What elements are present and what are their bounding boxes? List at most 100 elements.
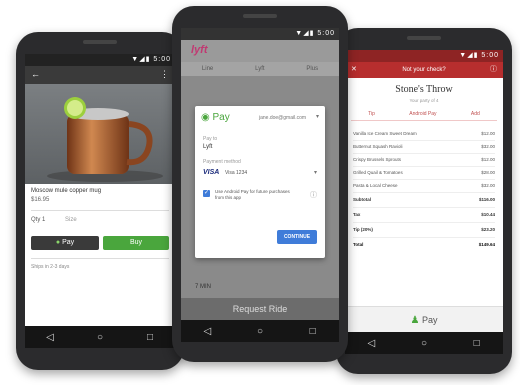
tab-line[interactable]: Line [202,62,213,76]
back-nav-icon[interactable]: ◁ [197,326,217,337]
list-item: Vanilla Ice Cream Sweet Dream $12.00 [353,128,495,141]
status-bar: ▼◢▮ 5:00 [181,28,339,40]
help-icon[interactable]: ⓘ [490,62,497,78]
tax-value: $10.44 [481,212,495,217]
tab-lyft[interactable]: Lyft [255,62,264,76]
subtotal-row: Subtotal $116.00 [353,193,495,208]
product-title: Moscow mule copper mug [31,188,102,194]
remember-checkbox[interactable]: ✓ [203,190,210,197]
tab-add[interactable]: Add [471,108,480,120]
subtotal-value: $116.00 [478,197,495,202]
status-bar: ▼◢▮ 5:00 [345,50,503,62]
item-name: Crispy Brussels Sprouts [353,157,402,162]
divider [31,258,169,259]
item-name: Butternut Squash Ravioli [353,144,403,149]
lyft-header: lyft [181,40,339,62]
store-name: Stone's Throw [395,84,453,95]
phone-center: ▼◢▮ 5:00 lyft Line Lyft Plus ◉ Pay jane.… [172,6,348,362]
android-pay-button[interactable]: ♟ Pay [345,306,503,333]
divider [31,210,169,211]
total-label: Total [353,242,364,247]
item-name: Grilled Quail & Tomatoes [353,170,403,175]
pay-to-label: Pay to [203,136,218,142]
item-price: $12.00 [481,157,495,162]
item-price: $28.00 [481,170,495,175]
back-arrow-icon[interactable]: ← [31,69,40,79]
phone-left-screen: ▼◢▮ 5:00 ← ⋮ Moscow mule copper mug $16.… [25,54,175,348]
tax-label: Tax [353,212,361,217]
android-pay-logo-icon: ◉ [201,112,210,123]
item-list: Vanilla Ice Cream Sweet Dream $12.00 Butt… [353,128,495,252]
tab-plus[interactable]: Plus [306,62,318,76]
recents-nav-icon[interactable]: □ [140,332,160,343]
visa-logo: VISA [203,169,220,176]
back-nav-icon[interactable]: ◁ [361,338,381,349]
phone-left: ▼◢▮ 5:00 ← ⋮ Moscow mule copper mug $16.… [16,32,184,370]
item-price: $32.00 [481,183,495,188]
checkbox-text: Use Android Pay for future purchases fro… [215,189,290,200]
tax-row: Tax $10.44 [353,208,495,223]
header-title: Not your check? [402,67,446,73]
list-item: Crispy Brussels Sprouts $12.00 [353,154,495,167]
pay-brand-label: Pay [212,112,230,123]
item-name: Vanilla Ice Cream Sweet Dream [353,131,417,136]
more-icon[interactable]: ⋮ [160,69,169,80]
card-number[interactable]: Visa 1234 [225,170,247,176]
store-subtitle: Your party of 4 [409,98,439,103]
qty-selector[interactable]: Qty 1 [31,217,45,223]
tab-android-pay[interactable]: Android Pay [409,108,436,120]
home-nav-icon[interactable]: ○ [90,332,110,343]
list-item: Pasta & Local Cheese $32.00 [353,180,495,193]
chevron-down-icon[interactable]: ▾ [316,113,319,120]
tip-row: Tip (20%) $23.20 [353,223,495,238]
copper-mug-icon [47,97,163,182]
product-image [25,84,175,184]
phone-speaker [83,40,117,44]
size-selector[interactable]: Size [65,217,77,223]
home-nav-icon[interactable]: ○ [250,326,270,337]
tab-tip[interactable]: Tip [368,108,375,120]
lyft-logo: lyft [191,44,208,56]
pay-brand: ◉ Pay [201,112,230,123]
pay-label: Pay [421,315,438,325]
home-nav-icon[interactable]: ○ [414,338,434,349]
recents-nav-icon[interactable]: □ [303,326,323,337]
product-price: $16.95 [31,197,50,203]
total-value: $149.64 [478,242,495,247]
info-icon[interactable]: ⓘ [310,190,317,200]
phone-right: ▼◢▮ 5:00 ✕ Not your check? ⓘ Stone's Thr… [336,28,512,374]
continue-button[interactable]: CONTINUE [277,230,317,244]
list-item: Grilled Quail & Tomatoes $28.00 [353,167,495,180]
nav-bar: ◁ ○ □ [25,326,175,348]
account-selector[interactable]: jane.doe@gmail.com [259,115,306,121]
phone-center-screen: ▼◢▮ 5:00 lyft Line Lyft Plus ◉ Pay jane.… [181,28,339,342]
item-price: $12.00 [481,131,495,136]
list-item: Butternut Squash Ravioli $32.00 [353,141,495,154]
check-header: ✕ Not your check? ⓘ [345,62,503,78]
nav-bar: ◁ ○ □ [181,320,339,342]
app-toolbar: ← ⋮ [25,66,175,84]
payment-dialog: ◉ Pay jane.doe@gmail.com ▾ Pay to Lyft P… [195,106,325,258]
shipping-note: Ships in 2-3 days [31,264,70,270]
nav-bar: ◁ ○ □ [345,332,503,354]
status-bar: ▼◢▮ 5:00 [25,54,175,66]
android-robot-icon: ♟ [410,315,420,326]
pay-to-value: Lyft [203,144,213,150]
close-icon[interactable]: ✕ [351,62,357,78]
request-ride-button[interactable]: Request Ride [181,298,339,320]
tip-value: $23.20 [481,227,495,232]
tip-label: Tip (20%) [353,227,373,232]
ride-tabs: Line Lyft Plus [181,62,339,76]
item-price: $32.00 [481,144,495,149]
item-name: Pasta & Local Cheese [353,183,398,188]
eta-label: 7 MIN [195,284,212,290]
chevron-down-icon[interactable]: ▾ [314,169,317,176]
android-pay-button[interactable]: ● Pay [31,236,99,250]
buy-button[interactable]: Buy [103,236,169,250]
payment-method-label: Payment method [203,159,241,165]
total-row: Total $149.64 [353,238,495,252]
recents-nav-icon[interactable]: □ [467,338,487,349]
phone-right-screen: ▼◢▮ 5:00 ✕ Not your check? ⓘ Stone's Thr… [345,50,503,354]
phone-speaker [243,14,277,18]
back-nav-icon[interactable]: ◁ [40,332,60,343]
